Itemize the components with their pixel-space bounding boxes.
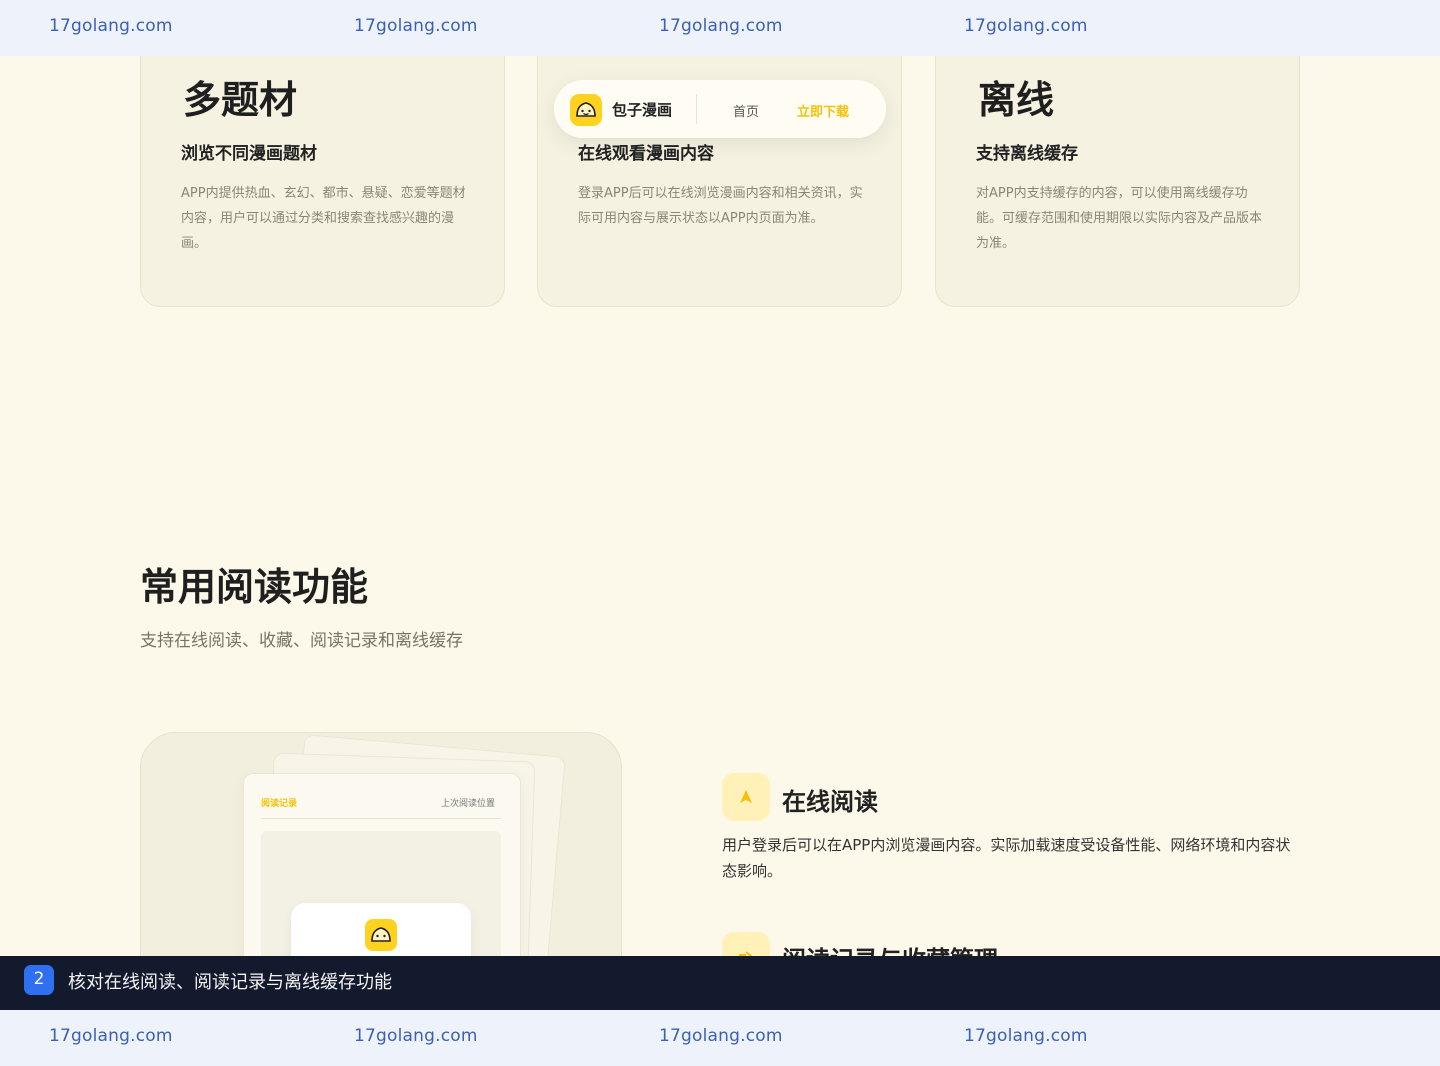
bun-face-icon[interactable] [570,94,602,126]
card-heading: 离线 [978,78,1055,122]
step-badge: 2 [24,965,54,995]
watermark-bar-top: 17golang.com 17golang.com 17golang.com 1… [0,0,1440,56]
feature-title-online-reading: 在线阅读 [782,788,878,816]
card-subtitle: 在线观看漫画内容 [578,144,714,164]
watermark-text: 17golang.com [354,1026,478,1046]
floating-nav: 包子漫画 首页 立即下载 [554,80,886,138]
watermark-text: 17golang.com [49,1026,173,1046]
instruction-bar: 2 核对在线阅读、阅读记录与离线缓存功能 [0,956,1440,1010]
feature-card-genres: 多题材 浏览不同漫画题材 APP内提供热血、玄幻、都市、悬疑、恋爱等题材内容，用… [140,20,505,307]
mockup-header-right: 上次阅读位置 [441,799,496,809]
bun-face-icon [365,919,397,951]
mockup-divider [261,818,501,819]
section-title: 常用阅读功能 [140,565,369,609]
watermark-text: 17golang.com [659,16,783,36]
nav-divider [696,94,697,124]
watermark-text: 17golang.com [659,1026,783,1046]
brand-name[interactable]: 包子漫画 [612,99,672,120]
watermark-text: 17golang.com [354,16,478,36]
feature-desc-online-reading: 用户登录后可以在APP内浏览漫画内容。实际加载速度受设备性能、网络环境和内容状态… [722,836,1291,880]
card-description: 登录APP后可以在线浏览漫画内容和相关资讯，实际可用内容与展示状态以APP内页面… [578,186,863,226]
nav-home-link[interactable]: 首页 [733,101,759,120]
section-subtitle: 支持在线阅读、收藏、阅读记录和离线缓存 [140,631,463,651]
instruction-text: 核对在线阅读、阅读记录与离线缓存功能 [68,972,392,993]
watermark-text: 17golang.com [49,16,173,36]
nav-download-link[interactable]: 立即下载 [797,101,849,120]
mockup-header-title: 阅读记录 [261,799,298,809]
card-description: 对APP内支持缓存的内容，可以使用离线缓存功能。可缓存范围和使用期限以实际内容及… [976,186,1263,251]
watermark-text: 17golang.com [964,1026,1088,1046]
watermark-bar-bottom: 17golang.com 17golang.com 17golang.com 1… [0,1010,1440,1066]
feature-card-online: 在线 在线观看漫画内容 登录APP后可以在线浏览漫画内容和相关资讯，实际可用内容… [537,20,902,307]
card-subtitle: 支持离线缓存 [976,144,1078,164]
arrow-up-icon [722,773,770,821]
card-description: APP内提供热血、玄幻、都市、悬疑、恋爱等题材内容，用户可以通过分类和搜索查找感… [181,186,466,251]
card-heading: 多题材 [183,78,298,122]
feature-card-offline: 离线 支持离线缓存 对APP内支持缓存的内容，可以使用离线缓存功能。可缓存范围和… [935,20,1300,307]
watermark-text: 17golang.com [964,16,1088,36]
card-subtitle: 浏览不同漫画题材 [181,144,317,164]
